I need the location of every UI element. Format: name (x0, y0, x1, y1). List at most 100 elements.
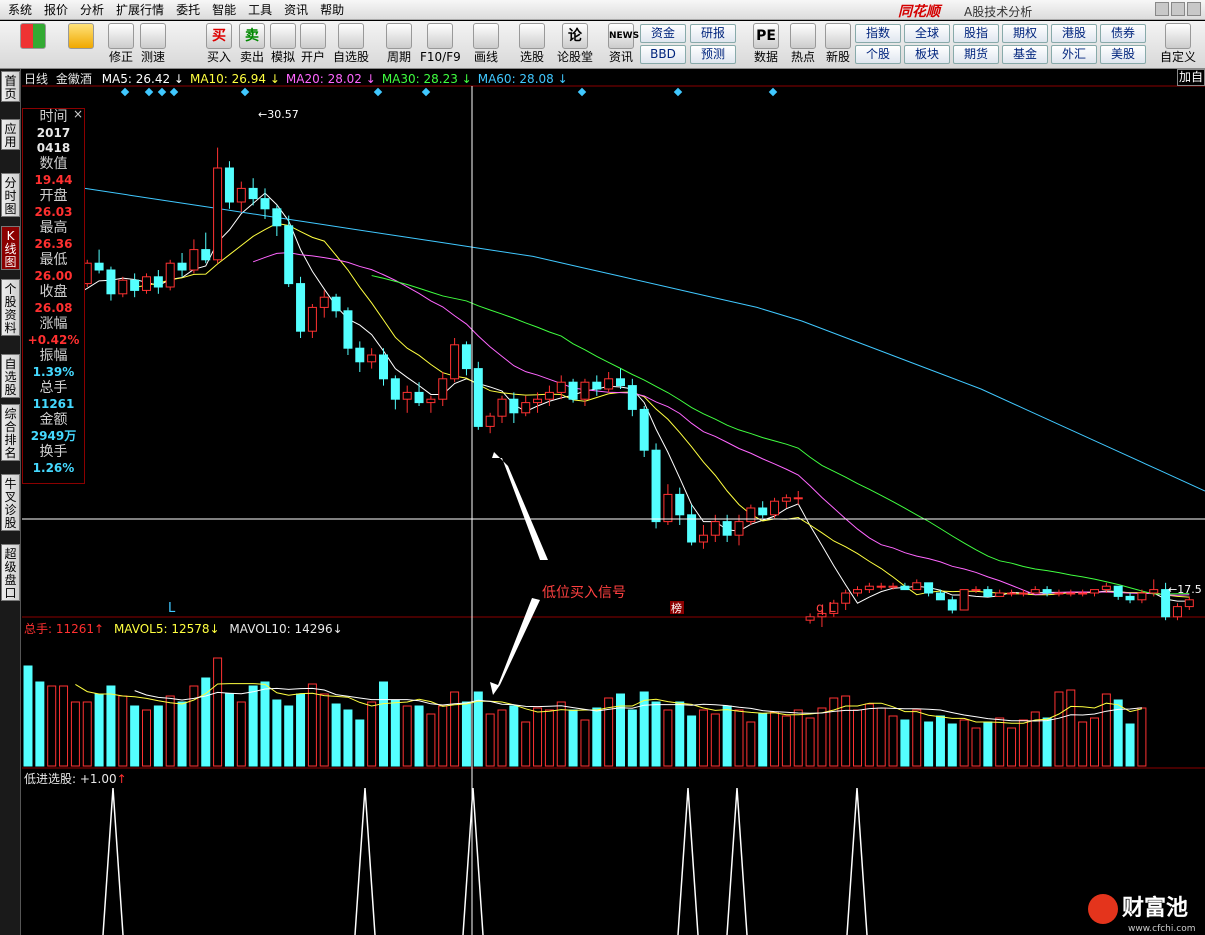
ma-legend-2: MA20: 28.02 ↓ (285, 72, 376, 86)
stock-chart[interactable]: ←30.57 ←17.5 L 榜 q L 低位买入信号 (0, 0, 1205, 935)
candle-body (1066, 592, 1076, 595)
volume-bar (592, 707, 602, 767)
low-price-label: ←17.5 (1168, 583, 1202, 596)
volume-bar (556, 701, 566, 767)
amount-value: 2949万 (30, 429, 77, 443)
candle-body (201, 249, 211, 261)
volume-bar (130, 705, 140, 767)
signal-annotation: 低位买入信号 (542, 585, 626, 601)
ma30-line (371, 275, 1190, 595)
volume-bar (770, 711, 780, 767)
volume-bar (118, 695, 128, 767)
volume-bar (1042, 717, 1052, 767)
volume-bar (1066, 689, 1076, 767)
volume-bar (568, 709, 578, 767)
ma-legend-3: MA30: 28.23 ↓ (381, 72, 472, 86)
volume-bar (971, 727, 981, 767)
candle-body (224, 167, 234, 203)
candle-body (1078, 592, 1088, 595)
diamond-marker (120, 87, 130, 97)
candle-body (402, 391, 412, 400)
candle-body (935, 592, 945, 601)
volume-bar (900, 719, 910, 767)
candle-body (461, 344, 471, 370)
candle-body (604, 378, 614, 390)
volume-bar (485, 713, 495, 767)
candle-body (165, 262, 175, 288)
candle-body (876, 585, 886, 588)
volume-bar (663, 709, 673, 767)
data-window: × 时间 2017 0418 数值 19.44 开盘 26.03 最高 26.3… (22, 107, 85, 484)
candle-body (106, 269, 116, 295)
close-icon[interactable]: × (73, 107, 83, 121)
candle-body (426, 398, 436, 404)
volume-bar (1137, 707, 1147, 767)
volume-bar (23, 665, 33, 767)
diamond-marker (768, 87, 778, 97)
candle-body (888, 585, 898, 588)
candle-body (438, 378, 448, 400)
candle-body (698, 534, 708, 543)
candle-body (710, 521, 720, 536)
candle-body (1054, 592, 1064, 595)
close-label: 收盘 (39, 284, 68, 300)
candle-body (319, 296, 329, 308)
candle-body (675, 493, 685, 516)
volume-total: 总手: 11261 (24, 622, 95, 636)
candle-body (284, 225, 294, 285)
diamond-marker (157, 87, 167, 97)
indicator-spike (354, 787, 376, 935)
marker-qL: q L (816, 601, 836, 616)
volume-bar (639, 691, 649, 767)
volume-bar (70, 701, 80, 767)
volume-bar (698, 709, 708, 767)
candle-body (924, 582, 934, 594)
diamond-marker (577, 87, 587, 97)
mavol5-value: MAVOL5: 12578 (113, 622, 210, 636)
amplitude-value: 1.39% (32, 365, 75, 379)
volume-bar (106, 685, 116, 767)
volume-bar (473, 691, 483, 767)
signal-arrow-down (490, 598, 540, 695)
candle-body (153, 276, 163, 288)
turnover-value: 1.26% (32, 461, 75, 475)
candle-body (556, 381, 566, 393)
volume-bar (829, 697, 839, 767)
volume-bar (959, 719, 969, 767)
candle-body (390, 378, 400, 400)
candle-body (307, 306, 317, 332)
volume-bar (1007, 727, 1017, 767)
candle-body (343, 310, 353, 349)
ma-legend-4: MA60: 28.08 ↓ (477, 72, 568, 86)
marker-L: L (168, 601, 176, 616)
high-price-label: ←30.57 (258, 108, 299, 121)
low-value: 26.00 (34, 269, 73, 283)
diamond-marker (373, 87, 383, 97)
ma-legend-0: MA5: 26.42 ↓ (101, 72, 184, 86)
volume-bar (722, 705, 732, 767)
volume-bar (1090, 717, 1099, 767)
volume-bar (414, 705, 424, 767)
change-label: 涨幅 (39, 316, 68, 332)
candle-body (450, 344, 460, 380)
volume-bar (805, 717, 815, 767)
candle-body (521, 402, 531, 414)
candle-body (805, 616, 815, 621)
candle-body (1184, 599, 1194, 608)
kline-legend: 日线 金徽酒 MA5: 26.42 ↓ MA10: 26.94 ↓ MA20: 28… (24, 70, 568, 87)
candle-body (1125, 595, 1135, 601)
candle-body (734, 521, 744, 536)
volume-bar (224, 693, 234, 767)
volume-bar (912, 709, 922, 767)
volume-bar (935, 715, 945, 767)
volume-legend: 总手: 11261↑ MAVOL5: 12578↓ MAVOL10: 14296… (24, 622, 343, 636)
candle-body (130, 279, 140, 291)
volume-bar (793, 709, 803, 767)
volume-bar (509, 705, 519, 767)
candle-body (722, 521, 732, 536)
stock-name: 金徽酒 (55, 72, 92, 86)
volume-bar (734, 709, 744, 767)
add-favorite-button[interactable]: 加自 (1177, 69, 1205, 86)
candle-body (983, 589, 993, 597)
volume-bar (947, 723, 957, 767)
